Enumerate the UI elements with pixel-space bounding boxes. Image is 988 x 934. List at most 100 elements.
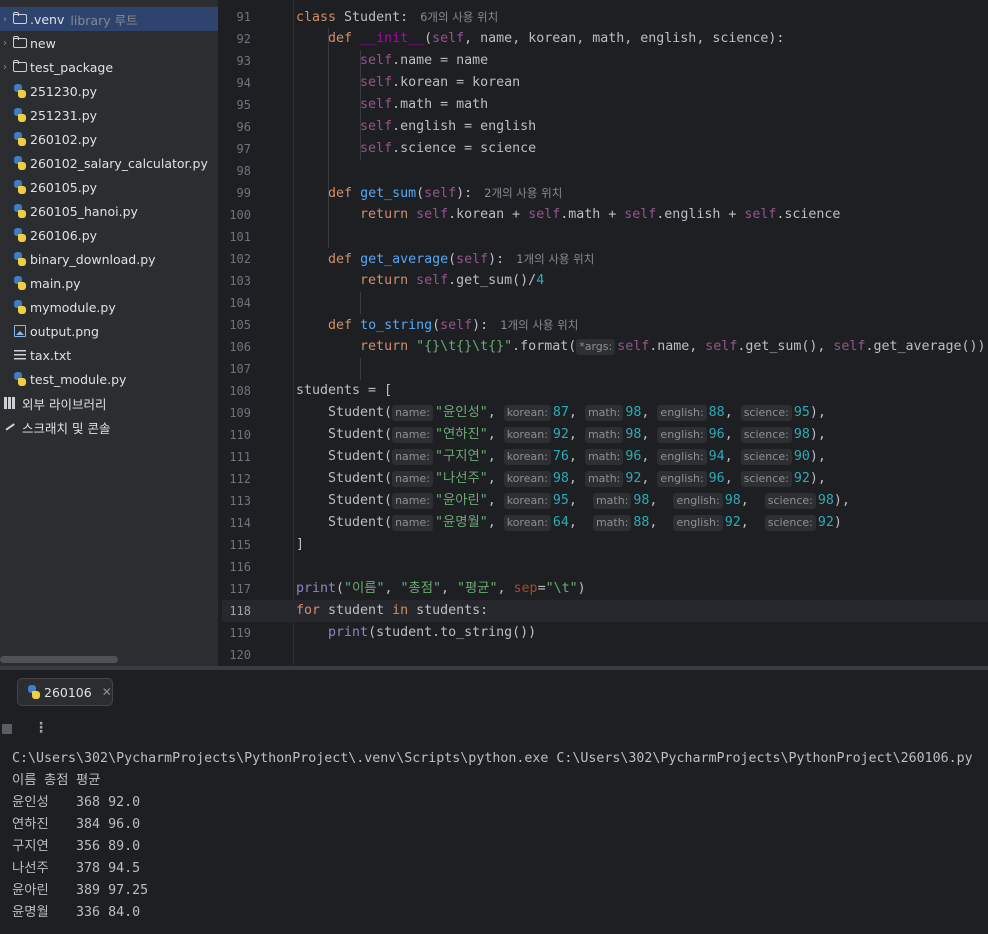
tree-item-label: mymodule.py bbox=[30, 299, 116, 315]
tree-item[interactable]: › .venv library 루트 bbox=[0, 7, 218, 31]
code-line[interactable]: 112 Student(name: "나선주", korean: 98, math:… bbox=[222, 468, 988, 490]
parameter-hint: name: bbox=[392, 405, 433, 421]
code-line[interactable]: 91 class Student: 6개의 사용 위치 bbox=[222, 6, 988, 28]
chevron-right-icon[interactable]: › bbox=[0, 14, 12, 25]
tree-item[interactable]: ›외부 라이브러리 bbox=[0, 391, 218, 415]
tree-item[interactable]: 스크래치 및 콘솔 bbox=[0, 415, 218, 439]
code-line[interactable]: 115] bbox=[222, 534, 988, 556]
project-tree: › .venv library 루트 › new › test_package 251230.… bbox=[0, 0, 218, 666]
code-line[interactable]: 102 def get_average(self): 1개의 사용 위치 bbox=[222, 248, 988, 270]
code-line[interactable]: 116 bbox=[222, 556, 988, 578]
image-file-icon bbox=[12, 323, 28, 339]
parameter-hint: name: bbox=[392, 471, 433, 487]
code-line[interactable]: 117 print("이름", "총점", "평균", sep="\t") bbox=[222, 578, 988, 600]
tree-item[interactable]: 251230.py bbox=[0, 79, 218, 103]
code-text: return "{}\t{}\t{}".format(*args: self.na… bbox=[360, 339, 986, 355]
code-text: Student(name: "연하진", korean: 92, math: 98, … bbox=[296, 427, 826, 443]
code-line[interactable]: 96 self.english = english bbox=[222, 116, 988, 138]
console-line: 나선주 378 94.5 bbox=[12, 861, 141, 876]
code-line[interactable]: 108 students = [ bbox=[222, 380, 988, 402]
parameter-hint: english: bbox=[657, 471, 707, 487]
usage-hint[interactable]: 1개의 사용 위치 bbox=[500, 318, 578, 332]
tree-item[interactable]: 251231.py bbox=[0, 103, 218, 127]
python-file-icon bbox=[12, 179, 28, 195]
line-number: 115 bbox=[229, 538, 251, 552]
line-number: 107 bbox=[229, 362, 251, 376]
code-line[interactable]: 105 def to_string(self): 1개의 사용 위치 bbox=[222, 314, 988, 336]
code-line[interactable]: 120 bbox=[222, 644, 988, 666]
tree-item-label: .venv bbox=[30, 11, 65, 27]
code-text: class Student: 6개의 사용 위치 bbox=[296, 10, 499, 25]
code-line[interactable]: 99 def get_sum(self): 2개의 사용 위치 bbox=[222, 182, 988, 204]
code-line[interactable]: 103 return self.get_sum()/4 bbox=[222, 270, 988, 292]
tree-item[interactable]: › new bbox=[0, 31, 218, 55]
run-tool-window: 260106 ✕ ⋮ C:\Users\302\PycharmProjects\… bbox=[0, 670, 988, 934]
code-editor[interactable]: 91 class Student: 6개의 사용 위치 92 def __init__… bbox=[222, 0, 988, 666]
usage-hint[interactable]: 1개의 사용 위치 bbox=[516, 252, 594, 266]
tree-item[interactable]: 260102.py bbox=[0, 127, 218, 151]
code-line[interactable]: 119 print(student.to_string()) bbox=[222, 622, 988, 644]
code-line[interactable]: 98 bbox=[222, 160, 988, 182]
more-vertical-icon[interactable]: ⋮ bbox=[34, 720, 48, 736]
code-line[interactable]: 114 Student(name: "윤명월", korean: 64, math:… bbox=[222, 512, 988, 534]
chevron-right-icon[interactable]: › bbox=[0, 62, 12, 73]
line-number: 94 bbox=[236, 76, 251, 90]
code-line[interactable]: 92 def __init__(self, name, korean, math… bbox=[222, 28, 988, 50]
tree-item-label: 251230.py bbox=[30, 83, 98, 99]
code-text: Student(name: "나선주", korean: 98, math: 92, … bbox=[296, 471, 826, 487]
code-line[interactable]: 100 return self.korean + self.math + sel… bbox=[222, 204, 988, 226]
tree-item-label: 260102_salary_calculator.py bbox=[30, 155, 208, 171]
parameter-hint: science: bbox=[764, 515, 816, 531]
code-line[interactable]: 95 self.math = math bbox=[222, 94, 988, 116]
tree-item[interactable]: 260102_salary_calculator.py bbox=[0, 151, 218, 175]
tree-item-label: new bbox=[30, 35, 56, 51]
parameter-hint: korean: bbox=[503, 515, 551, 531]
chevron-right-icon[interactable]: › bbox=[0, 38, 12, 49]
code-line[interactable]: 113 Student(name: "윤아린", korean: 95, math:… bbox=[222, 490, 988, 512]
stop-icon[interactable] bbox=[2, 724, 12, 734]
folder-icon bbox=[12, 11, 28, 27]
python-file-icon bbox=[12, 203, 28, 219]
line-number: 96 bbox=[236, 120, 251, 134]
usage-hint[interactable]: 6개의 사용 위치 bbox=[420, 10, 498, 24]
usage-hint[interactable]: 2개의 사용 위치 bbox=[484, 186, 562, 200]
tree-item[interactable]: output.png bbox=[0, 319, 218, 343]
console-line: 구지연 356 89.0 bbox=[12, 839, 141, 854]
tree-item-label: 260105.py bbox=[30, 179, 98, 195]
tree-item[interactable]: 260106.py bbox=[0, 223, 218, 247]
tree-item[interactable]: test_module.py bbox=[0, 367, 218, 391]
tree-item[interactable]: main.py bbox=[0, 271, 218, 295]
code-line[interactable]: 94 self.korean = korean bbox=[222, 72, 988, 94]
tree-item[interactable]: tax.txt bbox=[0, 343, 218, 367]
line-number: 91 bbox=[236, 10, 251, 24]
tree-item-label: 251231.py bbox=[30, 107, 98, 123]
code-text: def get_average(self): 1개의 사용 위치 bbox=[328, 252, 595, 267]
python-file-icon bbox=[12, 155, 28, 171]
code-line[interactable]: 110 Student(name: "연하진", korean: 92, math:… bbox=[222, 424, 988, 446]
tree-item[interactable]: › test_package bbox=[0, 55, 218, 79]
code-line[interactable]: 109 Student(name: "윤인성", korean: 87, math:… bbox=[222, 402, 988, 424]
tree-item[interactable]: 260105.py bbox=[0, 175, 218, 199]
code-line[interactable]: 104 bbox=[222, 292, 988, 314]
code-line[interactable]: 118 for student in students: bbox=[222, 600, 988, 622]
code-line[interactable]: 106 return "{}\t{}\t{}".format(*args: sel… bbox=[222, 336, 988, 358]
code-text: print(student.to_string()) bbox=[328, 625, 537, 640]
run-tab[interactable]: 260106 ✕ bbox=[17, 678, 113, 706]
parameter-hint: name: bbox=[392, 515, 433, 531]
code-line[interactable]: 101 bbox=[222, 226, 988, 248]
console-output[interactable]: C:\Users\302\PycharmProjects\PythonProje… bbox=[12, 748, 973, 924]
close-icon[interactable]: ✕ bbox=[102, 685, 112, 699]
code-line[interactable]: 93 self.name = name bbox=[222, 50, 988, 72]
parameter-hint: math: bbox=[592, 515, 632, 531]
code-line[interactable]: 97 self.science = science bbox=[222, 138, 988, 160]
horizontal-scrollbar[interactable] bbox=[0, 656, 118, 663]
code-line[interactable]: 107 bbox=[222, 358, 988, 380]
external-libraries-icon bbox=[4, 395, 20, 411]
tree-item[interactable]: mymodule.py bbox=[0, 295, 218, 319]
code-text: Student(name: "윤명월", korean: 64, math: 88, … bbox=[296, 515, 842, 531]
python-file-icon bbox=[12, 251, 28, 267]
tree-item[interactable]: binary_download.py bbox=[0, 247, 218, 271]
parameter-hint: english: bbox=[657, 449, 707, 465]
tree-item[interactable]: 260105_hanoi.py bbox=[0, 199, 218, 223]
code-line[interactable]: 111 Student(name: "구지연", korean: 76, math:… bbox=[222, 446, 988, 468]
